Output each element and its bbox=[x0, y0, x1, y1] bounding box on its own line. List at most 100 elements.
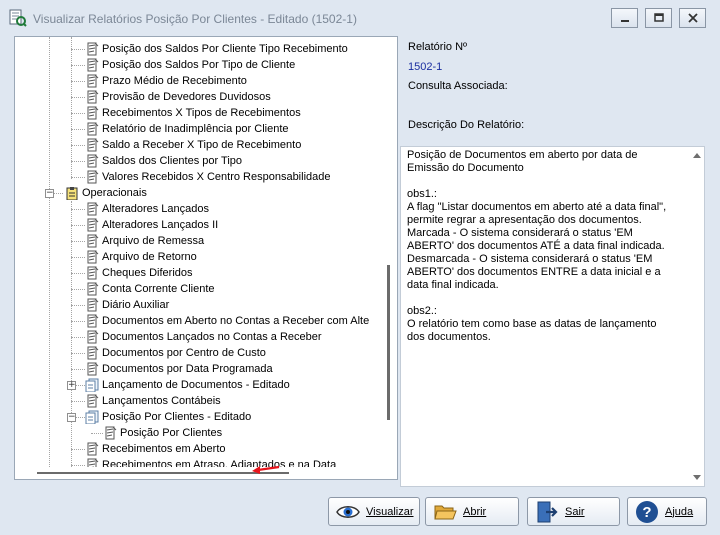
tree-item-label: Arquivo de Remessa bbox=[102, 235, 205, 247]
tree-report-item[interactable]: Relatório de Inadimplência por Cliente bbox=[85, 121, 289, 137]
tree-item-label: Posição dos Saldos Por Cliente Tipo Rece… bbox=[102, 43, 348, 55]
report-document-icon bbox=[85, 362, 99, 376]
tree-report-item[interactable]: Documentos em Aberto no Contas a Receber… bbox=[85, 313, 369, 329]
tree-guide-line bbox=[71, 289, 85, 290]
tree-report-item[interactable]: Arquivo de Retorno bbox=[85, 249, 197, 265]
scroll-up-arrow-icon[interactable] bbox=[693, 153, 701, 158]
ajuda-label: Ajuda bbox=[665, 505, 694, 518]
scroll-down-arrow-icon[interactable] bbox=[693, 475, 701, 480]
tree-item-label: Posição dos Saldos Por Tipo de Cliente bbox=[102, 59, 296, 71]
tree-report-item[interactable]: Arquivo de Remessa bbox=[85, 233, 204, 249]
expand-icon[interactable]: + bbox=[67, 381, 76, 390]
clipboard-icon bbox=[66, 187, 78, 200]
sair-button[interactable]: Sair bbox=[527, 497, 620, 526]
tree-item-label: Lançamento de Documentos - Editado bbox=[102, 379, 290, 391]
tree-report-item[interactable]: Provisão de Devedores Duvidosos bbox=[85, 89, 271, 105]
tree-guide-line bbox=[71, 321, 85, 322]
tree-report-item[interactable]: Valores Recebidos X Centro Responsabilid… bbox=[85, 169, 331, 185]
report-document-icon bbox=[85, 170, 99, 184]
tree-guide-line bbox=[71, 273, 85, 274]
tree-item-label: Documentos por Data Programada bbox=[102, 363, 273, 375]
tree-report-item[interactable]: Posição Por Clientes bbox=[103, 425, 222, 441]
tree-report-item[interactable]: Lançamentos Contábeis bbox=[85, 393, 221, 409]
tree-vertical-scroll-thumb[interactable] bbox=[387, 265, 390, 420]
tree-report-item[interactable]: Cheques Diferidos bbox=[85, 265, 193, 281]
tree-guide-line bbox=[71, 129, 85, 130]
tree-item-label: Valores Recebidos X Centro Responsabilid… bbox=[102, 171, 331, 183]
tree-vertical-scrollbar[interactable] bbox=[381, 37, 397, 467]
report-document-icon bbox=[85, 266, 99, 280]
tree-item-label: Recebimentos em Aberto bbox=[102, 443, 226, 455]
maximize-button[interactable] bbox=[645, 8, 672, 28]
window-title: Visualizar Relatórios Posição Por Client… bbox=[33, 12, 357, 26]
tree-report-item[interactable]: Alteradores Lançados II bbox=[85, 217, 218, 233]
ajuda-button[interactable]: ? Ajuda bbox=[627, 497, 707, 526]
abrir-label: Abrir bbox=[463, 505, 487, 518]
tree-guide-line bbox=[71, 145, 85, 146]
report-document-icon bbox=[85, 154, 99, 168]
tree-report-item[interactable]: Recebimentos em Atraso, Adiantados e na … bbox=[85, 457, 336, 467]
report-document-icon bbox=[85, 442, 99, 456]
tree-item-label: Operacionais bbox=[82, 187, 147, 199]
tree-group-item[interactable]: Lançamento de Documentos - Editado bbox=[85, 377, 290, 393]
tree-guide-line bbox=[71, 81, 85, 82]
sair-label: Sair bbox=[565, 505, 585, 518]
tree-item-label: Saldos dos Clientes por Tipo bbox=[102, 155, 243, 167]
tree-report-item[interactable]: Prazo Médio de Recebimento bbox=[85, 73, 247, 89]
tree-guide-line bbox=[71, 49, 85, 50]
close-button[interactable] bbox=[679, 8, 706, 28]
tree-item-label: Documentos por Centro de Custo bbox=[102, 347, 266, 359]
tree-report-item[interactable]: Recebimentos X Tipos de Recebimentos bbox=[85, 105, 301, 121]
minimize-icon bbox=[620, 20, 629, 22]
visualizar-button[interactable]: Visualizar bbox=[328, 497, 420, 526]
report-tree[interactable]: Posição dos Saldos Por Cliente Tipo Rece… bbox=[14, 36, 398, 480]
tree-item-label: Arquivo de Retorno bbox=[102, 251, 197, 263]
tree-group-item[interactable]: Posição Por Clientes - Editado bbox=[85, 409, 251, 425]
report-document-icon bbox=[85, 250, 99, 264]
tree-item-label: Saldo a Receber X Tipo de Recebimento bbox=[102, 139, 302, 151]
svg-text:?: ? bbox=[642, 504, 651, 521]
collapse-icon[interactable]: − bbox=[45, 189, 54, 198]
report-document-icon bbox=[85, 122, 99, 136]
tree-report-item[interactable]: Saldos dos Clientes por Tipo bbox=[85, 153, 242, 169]
report-document-icon bbox=[85, 314, 99, 328]
tree-report-item[interactable]: Recebimentos em Aberto bbox=[85, 441, 226, 457]
report-document-icon bbox=[85, 74, 99, 88]
report-description-box[interactable]: Posição de Documentos em aberto por data… bbox=[400, 146, 705, 487]
tree-item-label: Cheques Diferidos bbox=[102, 267, 193, 279]
report-document-icon bbox=[85, 458, 99, 467]
collapse-icon[interactable]: − bbox=[67, 413, 76, 422]
tree-group-item[interactable]: Operacionais bbox=[65, 185, 147, 201]
description-label: Descrição Do Relatório: bbox=[408, 119, 525, 131]
tree-guide-line bbox=[71, 97, 85, 98]
report-document-icon bbox=[85, 346, 99, 360]
tree-report-item[interactable]: Saldo a Receber X Tipo de Recebimento bbox=[85, 137, 301, 153]
app-report-icon bbox=[9, 9, 27, 27]
tree-horizontal-scrollbar[interactable] bbox=[15, 467, 381, 479]
report-document-icon bbox=[85, 330, 99, 344]
tree-report-item[interactable]: Documentos por Centro de Custo bbox=[85, 345, 266, 361]
tree-report-item[interactable]: Alteradores Lançados bbox=[85, 201, 209, 217]
tree-report-item[interactable]: Posição dos Saldos Por Tipo de Cliente bbox=[85, 57, 295, 73]
description-scrollbar[interactable] bbox=[690, 147, 704, 486]
report-info-panel: Relatório Nº 1502-1 Consulta Associada: … bbox=[400, 36, 706, 146]
report-document-icon bbox=[85, 298, 99, 312]
minimize-button[interactable] bbox=[611, 8, 638, 28]
tree-report-item[interactable]: Conta Corrente Cliente bbox=[85, 281, 215, 297]
tree-guide-line bbox=[71, 257, 85, 258]
tree-item-label: Conta Corrente Cliente bbox=[102, 283, 215, 295]
tree-item-label: Documentos em Aberto no Contas a Receber… bbox=[102, 315, 370, 327]
abrir-button[interactable]: Abrir bbox=[425, 497, 519, 526]
tree-rows: Posição dos Saldos Por Cliente Tipo Rece… bbox=[15, 37, 381, 467]
report-document-icon bbox=[85, 90, 99, 104]
tree-report-item[interactable]: Documentos por Data Programada bbox=[85, 361, 273, 377]
tree-guide-line bbox=[91, 433, 103, 434]
tree-item-label: Recebimentos X Tipos de Recebimentos bbox=[102, 107, 301, 119]
tree-report-item[interactable]: Documentos Lançados no Contas a Receber bbox=[85, 329, 322, 345]
tree-report-item[interactable]: Posição dos Saldos Por Cliente Tipo Rece… bbox=[85, 41, 348, 57]
tree-guide-line bbox=[71, 225, 85, 226]
tree-report-item[interactable]: Diário Auxiliar bbox=[85, 297, 169, 313]
eye-icon bbox=[336, 505, 360, 518]
report-document-icon bbox=[85, 234, 99, 248]
tree-item-label: Posição Por Clientes bbox=[120, 427, 223, 439]
